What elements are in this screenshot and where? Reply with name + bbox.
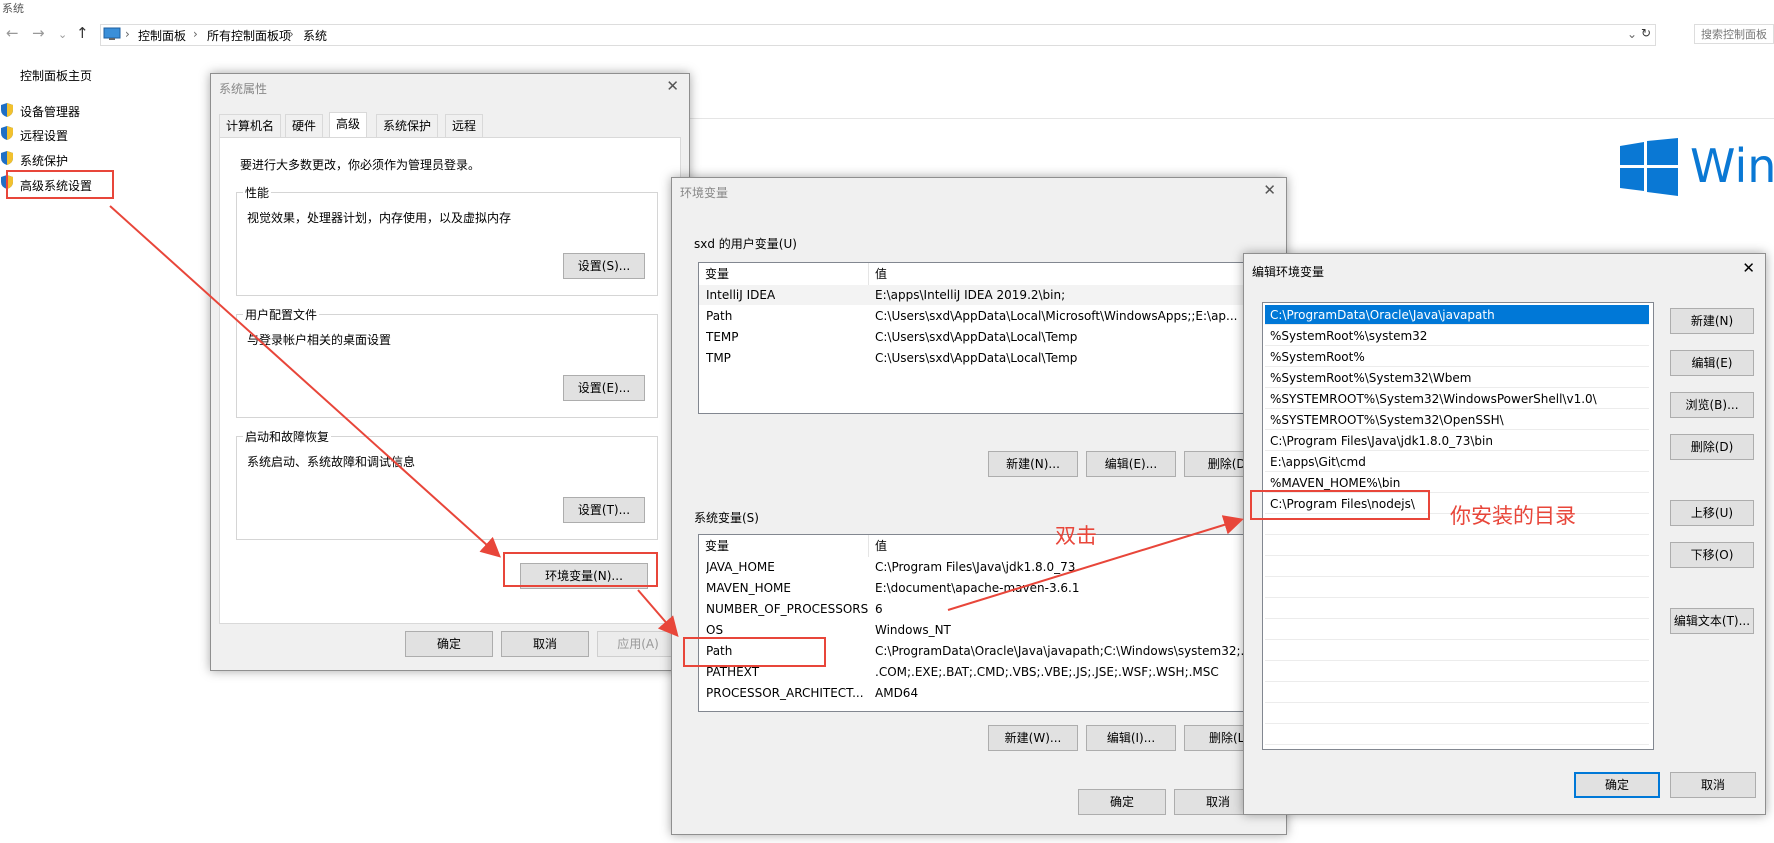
- annotation-double-click: 双击: [1055, 524, 1097, 548]
- annotation-install-directory: 你安装的目录: [1450, 504, 1576, 528]
- arrow-to-env-button: [109, 205, 501, 558]
- arrow-to-path-row: [637, 589, 679, 638]
- annotation-arrows: [109, 205, 1244, 638]
